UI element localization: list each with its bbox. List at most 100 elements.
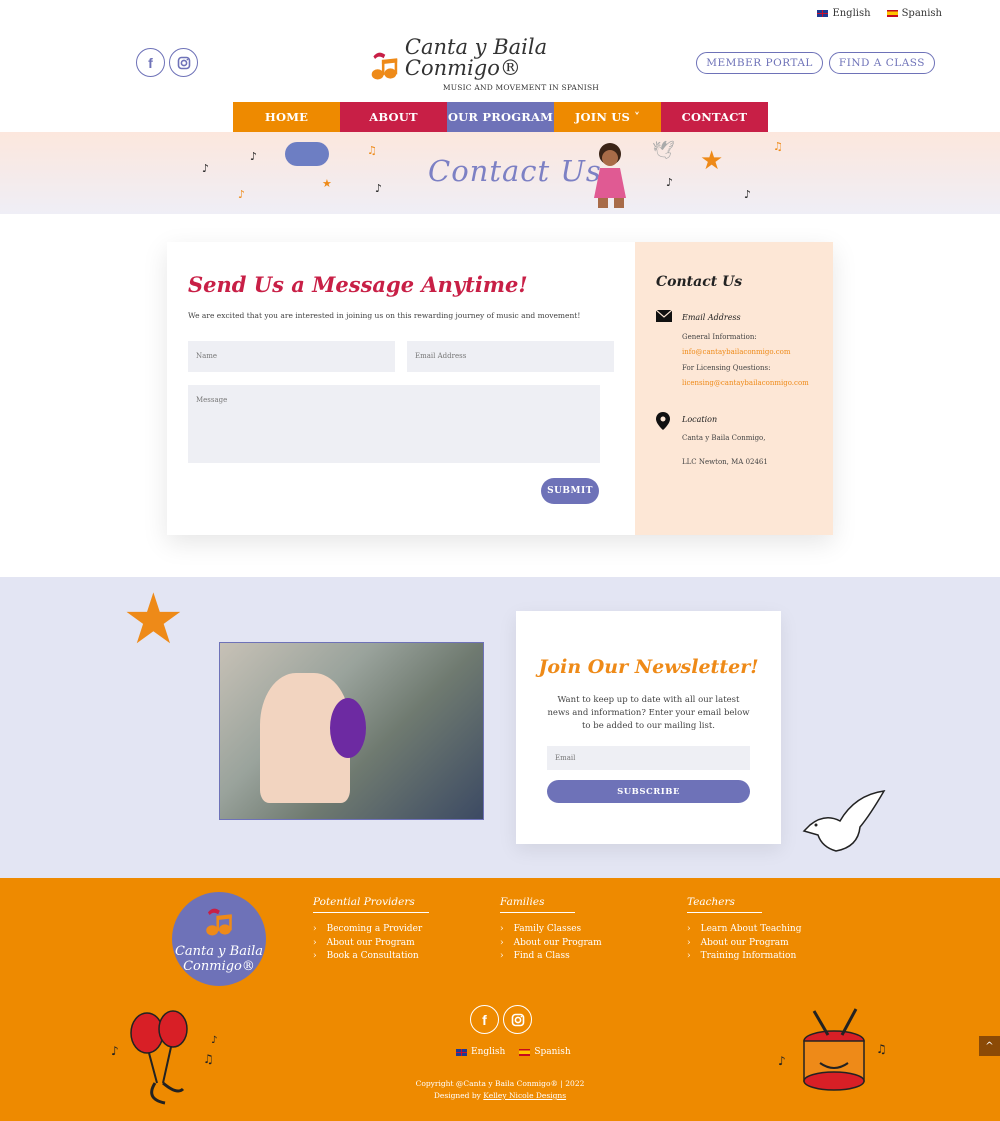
- child-photo: [594, 143, 626, 208]
- envelope-icon: [655, 309, 673, 392]
- name-field[interactable]: Name: [188, 341, 395, 372]
- find-class-button[interactable]: FIND A CLASS: [828, 52, 935, 74]
- footer-link[interactable]: › Training Information: [687, 950, 837, 964]
- footer-col-heading: Families: [500, 896, 575, 913]
- chevron-right-icon: ›: [500, 937, 504, 948]
- footer-col-heading: Potential Providers: [313, 896, 429, 913]
- lang-spanish-link[interactable]: Spanish: [886, 8, 942, 19]
- chevron-right-icon: ›: [687, 924, 691, 934]
- location-pin-icon: [656, 411, 672, 471]
- footer-link[interactable]: › Becoming a Provider: [313, 923, 463, 937]
- form-title: Send Us a Message Anytime!: [188, 272, 528, 297]
- header-actions: MEMBER PORTAL FIND A CLASS: [696, 52, 935, 74]
- language-switcher-footer: English Spanish: [456, 1047, 571, 1057]
- music-note-logo-icon: [206, 908, 232, 936]
- facebook-icon[interactable]: f: [470, 1005, 499, 1034]
- lang-english-label: English: [471, 1047, 506, 1057]
- email-field[interactable]: Email Address: [407, 341, 614, 372]
- footer-link[interactable]: › Family Classes: [500, 923, 650, 937]
- footer-col-families: Families › Family Classes › About our Prog…: [500, 896, 650, 964]
- chevron-right-icon: ›: [313, 924, 317, 934]
- svg-text:♫: ♫: [876, 1042, 887, 1056]
- footer-link[interactable]: › About our Program: [687, 937, 837, 951]
- music-note-icon: ♫: [367, 144, 377, 157]
- licensing-email-link[interactable]: licensing@cantaybailaconmigo.com: [682, 376, 809, 392]
- music-note-icon: ♪: [238, 188, 246, 201]
- page-banner: ♪ ♪ ★ ♫ ♪ ♪ Contact Us 🕊 ♪ ★ ♫ ♪: [0, 132, 1000, 214]
- lang-english-link[interactable]: English: [456, 1047, 505, 1057]
- chevron-right-icon: ›: [687, 937, 691, 948]
- main-nav: HOME ABOUT OUR PROGRAM JOIN US ˅ CONTACT: [233, 102, 768, 132]
- location-heading: Location: [682, 414, 718, 424]
- site-footer: Canta y Baila Conmigo® Potential Provide…: [0, 878, 1000, 1121]
- logo-name: Canta y Baila Conmigo®: [404, 35, 548, 80]
- svg-text:♪: ♪: [111, 1044, 119, 1058]
- footer-link[interactable]: › About our Program: [500, 937, 650, 951]
- lang-english-link[interactable]: English: [817, 8, 871, 19]
- contact-info-title: Contact Us: [656, 274, 743, 290]
- uk-flag-icon: [456, 1048, 467, 1056]
- nav-home[interactable]: HOME: [233, 102, 340, 132]
- instagram-icon[interactable]: [503, 1005, 532, 1034]
- social-links-header: f: [136, 48, 198, 77]
- email-heading: Email Address: [682, 313, 741, 322]
- message-field[interactable]: Message: [188, 385, 600, 463]
- newsletter-section: ★ Join Our Newsletter! Want to keep up t…: [0, 577, 1000, 878]
- site-logo[interactable]: Canta y Baila Conmigo® MUSIC AND MOVEMEN…: [370, 37, 630, 92]
- page-title: Contact Us: [428, 154, 602, 188]
- bird-icon: 🕊: [652, 140, 675, 161]
- general-info-label: General Information:: [682, 332, 757, 341]
- lang-spanish-link[interactable]: Spanish: [519, 1047, 571, 1057]
- chevron-right-icon: ›: [500, 951, 504, 961]
- lang-spanish-label: Spanish: [534, 1047, 571, 1057]
- spain-flag-icon: [519, 1048, 531, 1056]
- newsletter-title: Join Our Newsletter!: [538, 656, 759, 678]
- svg-text:♫: ♫: [203, 1052, 214, 1066]
- uk-flag-icon: [817, 10, 829, 17]
- baby-playing-photo: [219, 642, 484, 820]
- form-intro: We are excited that you are interested i…: [188, 311, 581, 320]
- general-email-link[interactable]: info@cantaybailaconmigo.com: [682, 345, 809, 361]
- designer-link[interactable]: Kelley Nicole Designs: [483, 1091, 566, 1100]
- footer-link[interactable]: › Learn About Teaching: [687, 923, 837, 937]
- newsletter-text: Want to keep up to date with all our lat…: [547, 695, 750, 731]
- music-note-icon: ♪: [744, 188, 752, 201]
- music-note-icon: ♫: [773, 140, 783, 153]
- drum-illustration: ♪ ♫: [778, 1008, 887, 1091]
- nav-contact[interactable]: CONTACT: [661, 102, 768, 132]
- footer-col-providers: Potential Providers › Becoming a Provider…: [313, 896, 463, 964]
- contact-info: Contact Us Email Address General Informa…: [635, 242, 833, 535]
- instagram-icon[interactable]: [169, 48, 198, 77]
- submit-button[interactable]: SUBMIT: [541, 478, 599, 504]
- nav-join-us[interactable]: JOIN US ˅: [554, 102, 661, 132]
- chevron-right-icon: ›: [313, 937, 317, 948]
- chevron-right-icon: ›: [500, 924, 504, 934]
- newsletter-email-input[interactable]: Email: [547, 746, 750, 770]
- nav-our-program[interactable]: OUR PROGRAM: [447, 102, 554, 132]
- star-illustration: ★: [122, 578, 185, 660]
- svg-text:♪: ♪: [211, 1035, 217, 1046]
- member-portal-button[interactable]: MEMBER PORTAL: [696, 52, 823, 74]
- footer-link[interactable]: › Find a Class: [500, 950, 650, 964]
- svg-text:♪: ♪: [778, 1054, 786, 1068]
- subscribe-button[interactable]: SUBSCRIBE: [547, 780, 750, 803]
- spain-flag-icon: [886, 10, 898, 17]
- lang-english-label: English: [832, 8, 871, 19]
- star-icon: ★: [322, 177, 332, 190]
- scroll-to-top-button[interactable]: ^: [979, 1036, 1000, 1056]
- language-switcher-top: English Spanish: [817, 8, 942, 19]
- chevron-right-icon: ›: [313, 951, 317, 961]
- footer-logo[interactable]: Canta y Baila Conmigo®: [172, 892, 266, 986]
- licensing-label: For Licensing Questions:: [682, 363, 771, 372]
- newsletter-card: Join Our Newsletter! Want to keep up to …: [516, 611, 781, 844]
- facebook-icon[interactable]: f: [136, 48, 165, 77]
- footer-link[interactable]: › About our Program: [313, 937, 463, 951]
- nav-about[interactable]: ABOUT: [340, 102, 447, 132]
- footer-col-heading: Teachers: [687, 896, 762, 913]
- location-line-2: LLC Newton, MA 02461: [682, 457, 768, 466]
- music-note-icon: ♪: [666, 176, 674, 189]
- dove-illustration: [802, 790, 886, 852]
- chevron-right-icon: ›: [687, 951, 691, 961]
- footer-link[interactable]: › Book a Consultation: [313, 950, 463, 964]
- music-note-icon: ♪: [202, 162, 210, 175]
